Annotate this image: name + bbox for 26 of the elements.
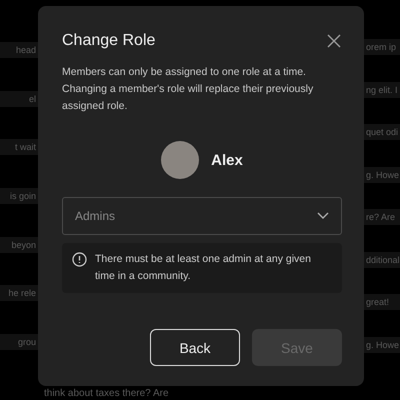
message-fragment: t wait bbox=[0, 139, 38, 156]
info-icon bbox=[72, 252, 87, 267]
dialog-title: Change Role bbox=[62, 32, 156, 50]
avatar-placeholder bbox=[161, 141, 200, 179]
message-fragment: is goin bbox=[0, 188, 38, 204]
message-fragment: beyon bbox=[0, 236, 38, 253]
message-fragment: grou bbox=[0, 334, 38, 350]
message-fragment: great! bbox=[364, 294, 400, 310]
message-fragment: ng elit. I bbox=[364, 82, 400, 98]
back-button[interactable]: Back bbox=[150, 329, 240, 366]
message-fragment: orem ip bbox=[364, 39, 400, 56]
message-fragment: g. Howe bbox=[364, 166, 400, 183]
message-fragment: quet odi bbox=[364, 124, 400, 140]
dialog-description: Members can only be assigned to one role at a time. Changing a member's role will replace their previously assigned role. bbox=[62, 65, 314, 114]
member-name: Alex bbox=[211, 152, 243, 168]
notice-text: There must be at least one admin at any given time in a community. bbox=[95, 252, 312, 284]
message-fragment: he rele bbox=[0, 285, 38, 302]
message-fragment: dditional bbox=[364, 252, 400, 268]
message-fragment: think about taxes there? Are bbox=[43, 387, 170, 399]
message-fragment: head bbox=[0, 42, 38, 58]
message-fragment: re? Are bbox=[364, 209, 400, 226]
chevron-down-icon bbox=[317, 212, 329, 220]
close-icon[interactable] bbox=[326, 33, 342, 49]
message-fragment: el bbox=[0, 90, 38, 107]
role-select[interactable]: Admins bbox=[62, 197, 342, 235]
message-fragment: g. Howe bbox=[364, 336, 400, 353]
